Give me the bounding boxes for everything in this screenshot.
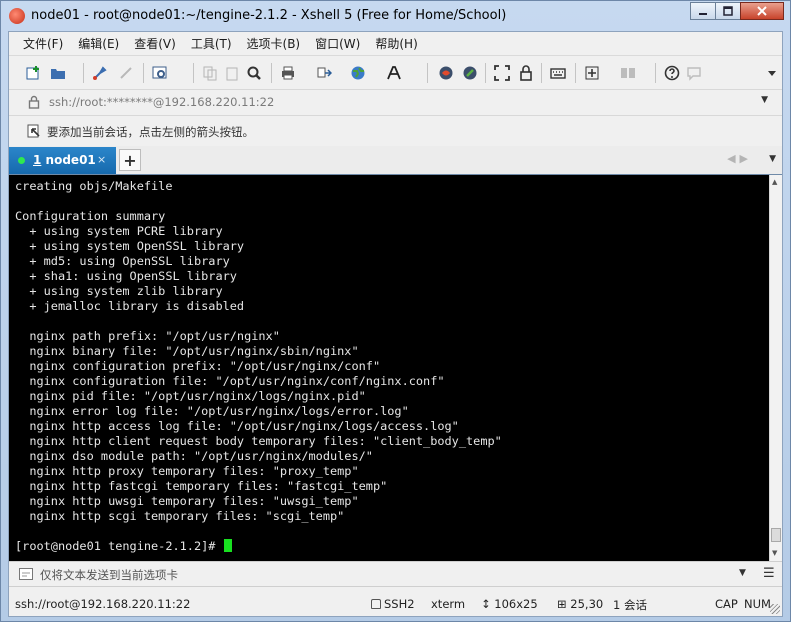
lock-icon (28, 95, 40, 109)
size-icon: ↕ (481, 597, 495, 611)
hint-text: 要添加当前会话，点击左侧的箭头按钮。 (47, 125, 254, 139)
arrow-session-icon[interactable] (27, 124, 41, 138)
scroll-up-icon[interactable]: ▲ (772, 178, 777, 186)
compose-icon (19, 568, 33, 580)
scroll-thumb[interactable] (771, 528, 781, 542)
xshell-app-icon[interactable] (9, 8, 25, 24)
toolbar-overflow-icon[interactable] (767, 64, 777, 82)
compose-dropdown-icon[interactable]: ▼ (739, 568, 746, 578)
window-title: node01 - root@node01:~/tengine-2.1.2 - X… (31, 8, 507, 23)
tab-label: node01 (45, 153, 96, 167)
status-terminal-type: xterm (431, 597, 466, 611)
scroll-down-icon[interactable]: ▼ (772, 549, 777, 557)
maximize-button[interactable] (715, 2, 741, 20)
globe-icon[interactable] (349, 64, 367, 82)
address-dropdown-icon[interactable]: ▼ (761, 95, 768, 105)
connect-icon[interactable] (91, 64, 109, 82)
xftp-icon[interactable] (437, 64, 455, 82)
keyboard-icon[interactable] (549, 64, 567, 82)
properties-icon[interactable] (151, 64, 169, 82)
font-icon[interactable] (385, 64, 403, 82)
menu-bar: 文件(F) 编辑(E) 查看(V) 工具(T) 选项卡(B) 窗口(W) 帮助(… (9, 32, 782, 56)
session-hint-bar: 要添加当前会话，点击左侧的箭头按钮。 (9, 116, 782, 147)
tab-number: 1 (33, 153, 42, 167)
new-tab-button[interactable]: + (119, 149, 141, 171)
chat-icon[interactable] (685, 64, 703, 82)
terminal-scrollbar[interactable]: ▲ ▼ (769, 175, 782, 561)
status-connection: ssh://root@192.168.220.11:22 (15, 597, 191, 611)
terminal-text: creating objs/Makefile Configuration sum… (15, 179, 502, 553)
tab-bar: 1 node01 × + ◀▶ ▼ (9, 146, 782, 175)
new-session-icon[interactable] (25, 64, 43, 82)
status-bar: ssh://root@192.168.220.11:22 SSH2 xterm … (9, 591, 782, 616)
status-size: 106x25 (494, 597, 538, 611)
tab-close-icon[interactable]: × (97, 153, 106, 166)
maximize-icon (723, 6, 733, 16)
status-position: 25,30 (570, 597, 604, 611)
compose-bar[interactable]: 仅将文本发送到当前选项卡 ▼ ☰ (9, 561, 782, 587)
menu-view[interactable]: 查看(V) (134, 35, 176, 52)
minimize-button[interactable] (690, 2, 716, 20)
status-caps: CAP (715, 597, 738, 611)
paste-icon[interactable] (223, 64, 241, 82)
transfer-icon[interactable] (315, 64, 333, 82)
address-bar[interactable]: ssh://root:********@192.168.220.11:22 ▼ (9, 89, 782, 116)
terminal-view[interactable]: creating objs/Makefile Configuration sum… (9, 175, 769, 561)
client-area: 文件(F) 编辑(E) 查看(V) 工具(T) 选项卡(B) 窗口(W) 帮助(… (8, 31, 783, 617)
toolbar (9, 57, 782, 90)
disconnect-icon[interactable] (117, 64, 135, 82)
compose-menu-icon[interactable]: ☰ (763, 566, 775, 581)
tab-list-dropdown-icon[interactable]: ▼ (769, 154, 776, 164)
cursor-position-icon: ⊞ (557, 597, 571, 611)
minimize-icon (699, 13, 707, 15)
xmanager-icon[interactable] (461, 64, 479, 82)
terminal-output: creating objs/Makefile Configuration sum… (15, 179, 502, 554)
status-num: NUM (744, 597, 771, 611)
lock-icon[interactable] (517, 64, 535, 82)
find-icon[interactable] (245, 64, 263, 82)
status-sessions: 1 会话 (613, 598, 647, 612)
fullscreen-icon[interactable] (493, 64, 511, 82)
ssh-lock-icon (371, 599, 381, 609)
compose-input[interactable]: 仅将文本发送到当前选项卡 (40, 567, 178, 583)
window-controls (690, 2, 784, 21)
menu-window[interactable]: 窗口(W) (315, 35, 360, 52)
tab-scroll-arrows[interactable]: ◀▶ (727, 152, 752, 165)
menu-help[interactable]: 帮助(H) (375, 35, 417, 52)
status-protocol: SSH2 (384, 597, 415, 611)
resize-grip[interactable] (770, 604, 780, 614)
open-folder-icon[interactable] (49, 64, 67, 82)
tab-node01[interactable]: 1 node01 × (9, 147, 116, 174)
menu-tabs[interactable]: 选项卡(B) (247, 35, 301, 52)
terminal-cursor (223, 539, 232, 552)
layout-icon[interactable] (619, 64, 637, 82)
menu-file[interactable]: 文件(F) (23, 35, 63, 52)
menu-tools[interactable]: 工具(T) (191, 35, 232, 52)
print-icon[interactable] (279, 64, 297, 82)
connected-status-icon (18, 157, 25, 164)
copy-icon[interactable] (201, 64, 219, 82)
help-icon[interactable] (663, 64, 681, 82)
xshell-window: node01 - root@node01:~/tengine-2.1.2 - X… (0, 0, 791, 622)
close-icon (757, 6, 767, 16)
title-bar[interactable]: node01 - root@node01:~/tengine-2.1.2 - X… (1, 1, 790, 31)
close-button[interactable] (740, 2, 784, 20)
menu-edit[interactable]: 编辑(E) (78, 35, 119, 52)
address-input[interactable]: ssh://root:********@192.168.220.11:22 (49, 95, 274, 109)
add-icon[interactable] (583, 64, 601, 82)
